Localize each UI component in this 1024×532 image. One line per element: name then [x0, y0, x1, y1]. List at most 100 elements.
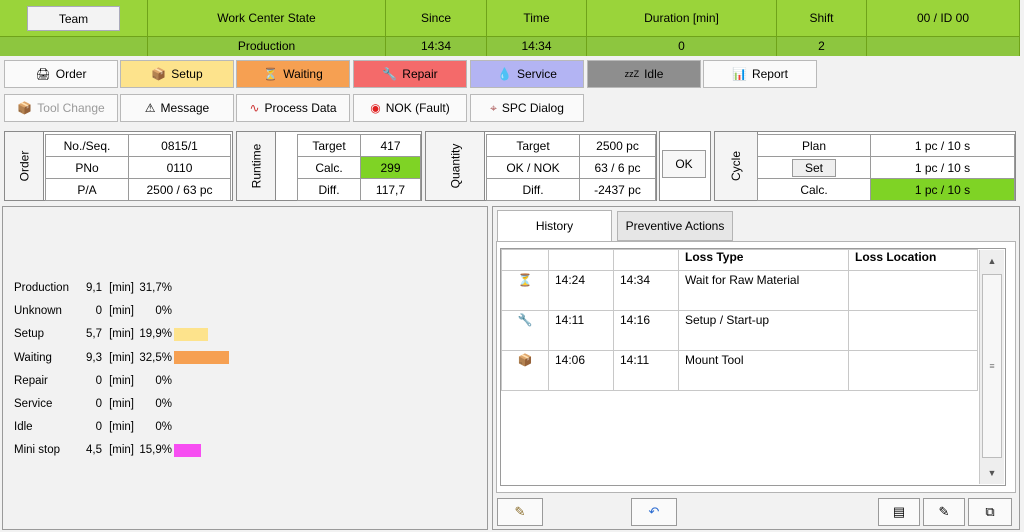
waiting-icon: ⏳ [263, 67, 279, 81]
pa-value: 2500 / 63 pc [128, 178, 231, 201]
scroll-thumb[interactable]: ≡ [982, 274, 1002, 458]
duration-value: 0 [587, 36, 777, 56]
loss-start: 14:11 [548, 310, 614, 351]
idle-button-label: Idle [644, 67, 664, 81]
order-no-label: No./Seq. [45, 134, 129, 157]
stat-label: Production [14, 282, 69, 294]
repair-button-label: Repair [402, 67, 438, 81]
list-sort-icon: ▤ [892, 504, 906, 519]
idle-button[interactable]: zzZ Idle [587, 60, 701, 88]
message-button-label: Message [160, 101, 210, 115]
stat-row: Service 0 [min] 0% [14, 396, 172, 412]
header-empty-cell [0, 36, 148, 56]
order-table: No./Seq. 0815/1 PNo 0110 P/A 2500 / 63 pc [45, 134, 231, 201]
runtime-calc-value: 299 [360, 156, 421, 179]
message-button[interactable]: ⚠ Message [120, 94, 234, 122]
nok-fault-button[interactable]: ◉ NOK (Fault) [353, 94, 467, 122]
spc-dialog-button[interactable]: ⌖ SPC Dialog [470, 94, 584, 122]
undo-button[interactable]: ↶ [631, 498, 677, 526]
warning-icon: ⚠ [144, 101, 156, 115]
stat-value: 9,3 [86, 351, 102, 364]
cycle-calc-value: 1 pc / 10 s [870, 178, 1015, 201]
table-row[interactable]: ⏳ 14:24 14:34 Wait for Raw Material [501, 270, 978, 311]
attach-button[interactable]: ✎ [923, 498, 965, 526]
service-button[interactable]: 💧 Service [470, 60, 584, 88]
header-duration: Duration [min] [587, 0, 777, 36]
runtime-calc-label: Calc. [297, 156, 361, 179]
fault-icon: ◉ [370, 101, 381, 115]
edit-loss-button[interactable]: ✎ [497, 498, 543, 526]
scroll-up-icon[interactable]: ▲ [981, 252, 1003, 270]
tool-change-button[interactable]: 📦 Tool Change [4, 94, 118, 122]
process-data-icon: ∿ [249, 101, 260, 115]
since-value: 14:34 [386, 36, 487, 56]
tab-preventive-actions[interactable]: Preventive Actions [617, 211, 733, 241]
team-button[interactable]: Team [27, 6, 120, 31]
stat-percent: 0% [155, 398, 172, 410]
edit-icon: ✎ [514, 504, 526, 519]
service-button-label: Service [516, 67, 557, 81]
stat-label: Mini stop [14, 444, 61, 457]
order-button[interactable]: 🖨 Order [4, 60, 118, 88]
loss-start: 14:24 [548, 270, 614, 311]
quantity-table: Target 2500 pc OK / NOK 63 / 6 pc Diff. -24… [486, 134, 656, 201]
table-row[interactable]: 🔧 14:11 14:16 Setup / Start-up [501, 310, 978, 351]
stat-unit: [min] [109, 398, 134, 410]
stat-value: 0 [95, 305, 102, 318]
stat-value: 5,7 [86, 328, 102, 341]
waiting-button[interactable]: ⏳ Waiting [236, 60, 350, 88]
loss-end: 14:11 [613, 350, 679, 391]
time-value: 14:34 [487, 36, 587, 56]
stat-label: Idle [14, 421, 33, 434]
loss-table-scrollbar[interactable]: ▲ ≡ ▼ [979, 250, 1004, 484]
col-loss-location-header: Loss Location [848, 249, 978, 271]
set-button[interactable]: Set [791, 158, 836, 177]
stat-unit: [min] [109, 421, 134, 434]
order-no-value: 0815/1 [128, 134, 231, 157]
ok-nok-label: OK / NOK [486, 156, 580, 179]
setup-wrench-icon: 🔧 [501, 310, 549, 351]
stat-row: Mini stop 4,5 [min] 15,9% [14, 442, 201, 458]
stat-percent: 15,9% [139, 444, 172, 457]
header-shift: Shift [777, 0, 867, 36]
ok-button[interactable]: OK [662, 150, 706, 178]
loss-location [848, 350, 978, 391]
mount-tool-icon: 📦 [501, 350, 549, 391]
stat-percent: 0% [155, 421, 172, 434]
setup-button-label: Setup [171, 67, 203, 81]
tag-icon: ✎ [938, 504, 950, 519]
stat-row: Repair 0 [min] 0% [14, 373, 172, 389]
table-row[interactable]: 📦 14:06 14:11 Mount Tool [501, 350, 978, 391]
quantity-panel: Quantity Target 2500 pc OK / NOK 63 / 6 pc… [425, 131, 657, 201]
statistics-pane [2, 206, 488, 530]
runtime-target-value: 417 [360, 134, 421, 157]
stat-unit: [min] [109, 351, 134, 364]
col-loss-type-header: Loss Type [678, 249, 849, 271]
order-panel: Order No./Seq. 0815/1 PNo 0110 P/A 2500 / 6… [4, 131, 233, 201]
stat-row: Unknown 0 [min] 0% [14, 303, 172, 319]
setup-button[interactable]: 📦 Setup [120, 60, 234, 88]
tab-history[interactable]: History [497, 210, 612, 242]
id-value [867, 36, 1020, 56]
report-button[interactable]: 📊 Report [703, 60, 817, 88]
loss-table-container: Loss Type Loss Location ⏳ 14:24 14:34 Wa… [500, 248, 1006, 486]
shift-value: 2 [777, 36, 867, 56]
sort-list-button[interactable]: ▤ [878, 498, 920, 526]
cycle-plan-value: 1 pc / 10 s [870, 134, 1015, 157]
export-button[interactable]: ⧉ [968, 498, 1012, 526]
process-data-button[interactable]: ∿ Process Data [236, 94, 350, 122]
spc-dialog-button-label: SPC Dialog [501, 101, 564, 115]
repair-button[interactable]: 🔧 Repair [353, 60, 467, 88]
stat-value: 0 [95, 374, 102, 387]
header-since: Since [386, 0, 487, 36]
stat-label: Unknown [14, 305, 62, 318]
scroll-down-icon[interactable]: ▼ [981, 464, 1003, 482]
pno-label: PNo [45, 156, 129, 179]
order-button-label: Order [55, 67, 87, 81]
stat-percent: 19,9% [139, 328, 172, 341]
loss-start: 14:06 [548, 350, 614, 391]
stat-bar [174, 351, 229, 365]
runtime-target-label: Target [297, 134, 361, 157]
setup-icon: 📦 [151, 67, 167, 81]
runtime-panel: Runtime Target 417 Calc. 299 Diff. 117,7 [236, 131, 422, 201]
